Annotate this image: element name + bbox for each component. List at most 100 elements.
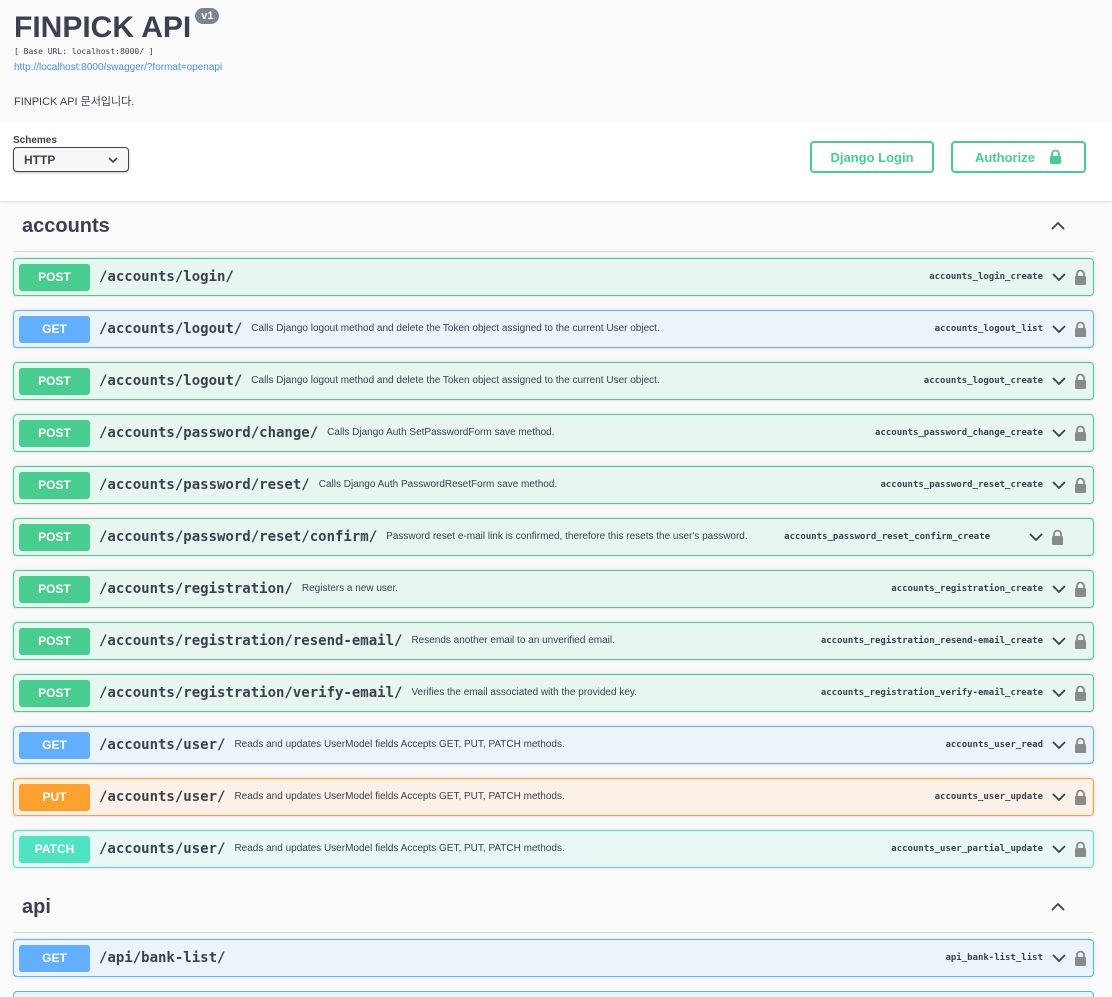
scheme-container: Schemes HTTP Django Login Authorize (0, 121, 1112, 201)
operation-id: accounts_password_reset_confirm_create (784, 532, 991, 542)
operation-post-row[interactable]: POST/accounts/registration/Registers a n… (13, 570, 1094, 608)
lock-icon (1049, 150, 1061, 164)
operation-summary: Reads and updates UserModel fields Accep… (234, 791, 565, 802)
operation-get-row[interactable]: GET/accounts/logout/Calls Django logout … (13, 310, 1094, 348)
operation-path[interactable]: /accounts/login/ (99, 269, 234, 285)
method-badge: POST (19, 679, 90, 707)
operation-path[interactable]: /accounts/password/reset/confirm/ (99, 529, 377, 545)
lock-icon[interactable] (1074, 425, 1087, 441)
operation-id: accounts_password_change_create (875, 428, 1043, 438)
operation-path[interactable]: /accounts/user/ (99, 841, 225, 857)
operation-path[interactable]: /accounts/registration/ (99, 581, 293, 597)
schemes-label: Schemes (13, 135, 57, 146)
chevron-down-icon[interactable] (1051, 789, 1067, 805)
chevron-down-icon[interactable] (1051, 633, 1067, 649)
method-badge: PATCH (19, 835, 90, 863)
operation-path[interactable]: /accounts/registration/resend-email/ (99, 633, 402, 649)
api-title: FINPICK API (14, 11, 192, 44)
chevron-down-icon[interactable] (1051, 425, 1067, 441)
chevron-up-icon[interactable] (1050, 899, 1066, 915)
lock-icon[interactable] (1074, 581, 1087, 597)
operation-path[interactable]: /accounts/password/change/ (99, 425, 318, 441)
operation-id: accounts_user_update (934, 792, 1043, 802)
operation-post-row[interactable]: POST/accounts/logout/Calls Django logout… (13, 362, 1094, 400)
chevron-down-icon[interactable] (1051, 841, 1067, 857)
lock-icon[interactable] (1074, 373, 1087, 389)
spec-link[interactable]: http://localhost:8000/swagger/?format=op… (14, 62, 1098, 73)
lock-icon[interactable] (1074, 841, 1087, 857)
operation-id: accounts_registration_verify-email_creat… (820, 688, 1043, 698)
method-badge: POST (19, 575, 90, 603)
chevron-down-icon[interactable] (1051, 685, 1067, 701)
operation-summary: Calls Django Auth PasswordResetForm save… (318, 479, 558, 490)
lock-icon[interactable] (1051, 529, 1064, 545)
chevron-down-icon[interactable] (1051, 737, 1067, 753)
method-badge: POST (19, 367, 90, 395)
lock-icon[interactable] (1074, 477, 1087, 493)
operation-summary: Verifies the email associated with the p… (411, 687, 637, 698)
operation-id: accounts_logout_create (923, 376, 1043, 386)
operation-id: accounts_user_partial_update (891, 844, 1043, 854)
operation-path[interactable]: /accounts/user/ (99, 789, 225, 805)
operation-post-row[interactable]: POST/accounts/login/accounts_login_creat… (13, 258, 1094, 296)
authorize-button[interactable]: Authorize (951, 141, 1086, 173)
chevron-up-icon[interactable] (1050, 218, 1066, 234)
operation-path[interactable]: /accounts/user/ (99, 737, 225, 753)
method-badge: POST (19, 419, 90, 447)
operation-path[interactable]: /accounts/registration/verify-email/ (99, 685, 402, 701)
operation-post-row[interactable]: POST/accounts/password/change/Calls Djan… (13, 414, 1094, 452)
tag-name: api (22, 895, 51, 918)
operation-summary: Calls Django logout method and delete th… (251, 375, 660, 386)
method-badge: POST (19, 627, 90, 655)
version-badge: v1 (195, 8, 220, 24)
operation-summary: Resends another email to an unverified e… (411, 635, 615, 646)
operation-put-row[interactable]: PUT/accounts/user/Reads and updates User… (13, 778, 1094, 816)
operation-summary: Password reset e-mail link is confirmed,… (386, 531, 748, 542)
operation-post-row[interactable]: POST/accounts/password/reset/Calls Djang… (13, 466, 1094, 504)
base-url: [ Base URL: localhost:8000/ ] (14, 47, 154, 56)
lock-icon[interactable] (1074, 269, 1087, 285)
api-info: FINPICK API v1 [ Base URL: localhost:800… (0, 0, 1112, 121)
operation-patch-row[interactable]: PATCH/accounts/user/Reads and updates Us… (13, 830, 1094, 868)
operation-path[interactable]: /accounts/logout/ (99, 321, 242, 337)
lock-icon[interactable] (1074, 633, 1087, 649)
operation-summary: Reads and updates UserModel fields Accep… (234, 739, 565, 750)
chevron-down-icon[interactable] (1051, 269, 1067, 285)
operation-post-row[interactable]: POST/accounts/password/reset/confirm/Pas… (13, 518, 1094, 556)
operation-summary: Calls Django logout method and delete th… (251, 323, 660, 334)
operation-id: accounts_registration_resend-email_creat… (820, 636, 1043, 646)
chevron-down-icon[interactable] (1028, 529, 1044, 545)
operation-get-row[interactable]: GET/accounts/user/Reads and updates User… (13, 726, 1094, 764)
operation-get-row[interactable]: GET/api/bank-list/api_bank-list_list (13, 939, 1094, 977)
schemes-select[interactable]: HTTP (13, 147, 129, 172)
chevron-down-icon[interactable] (1051, 581, 1067, 597)
tag-name: accounts (22, 214, 110, 237)
lock-icon[interactable] (1074, 321, 1087, 337)
operation-post-row[interactable]: POST/accounts/registration/verify-email/… (13, 674, 1094, 712)
method-badge: PUT (19, 783, 90, 811)
lock-icon[interactable] (1074, 737, 1087, 753)
operation-id: accounts_user_read (945, 740, 1043, 750)
operation-summary: Reads and updates UserModel fields Accep… (234, 843, 565, 854)
method-badge: GET (19, 944, 90, 972)
lock-icon[interactable] (1074, 789, 1087, 805)
chevron-down-icon[interactable] (1051, 950, 1067, 966)
lock-icon[interactable] (1074, 950, 1087, 966)
next-operation-partial (0, 991, 1112, 997)
django-login-label: Django Login (830, 149, 914, 165)
operation-post-row[interactable]: POST/accounts/registration/resend-email/… (13, 622, 1094, 660)
tag-header-accounts[interactable]: accounts (13, 201, 1094, 252)
operation-summary: Calls Django Auth SetPasswordForm save m… (327, 427, 555, 438)
operation-path[interactable]: /accounts/logout/ (99, 373, 242, 389)
tag-header-api[interactable]: api (13, 882, 1094, 933)
chevron-down-icon[interactable] (1051, 477, 1067, 493)
chevron-down-icon[interactable] (1051, 373, 1067, 389)
lock-icon[interactable] (1074, 685, 1087, 701)
django-login-button[interactable]: Django Login (810, 141, 934, 173)
schemes-selected-value: HTTP (24, 152, 56, 167)
operation-path[interactable]: /accounts/password/reset/ (99, 477, 310, 493)
operation-id: accounts_login_create (929, 272, 1043, 282)
chevron-down-icon[interactable] (1051, 321, 1067, 337)
operation-get-row[interactable] (13, 991, 1094, 997)
operation-path[interactable]: /api/bank-list/ (99, 950, 225, 966)
